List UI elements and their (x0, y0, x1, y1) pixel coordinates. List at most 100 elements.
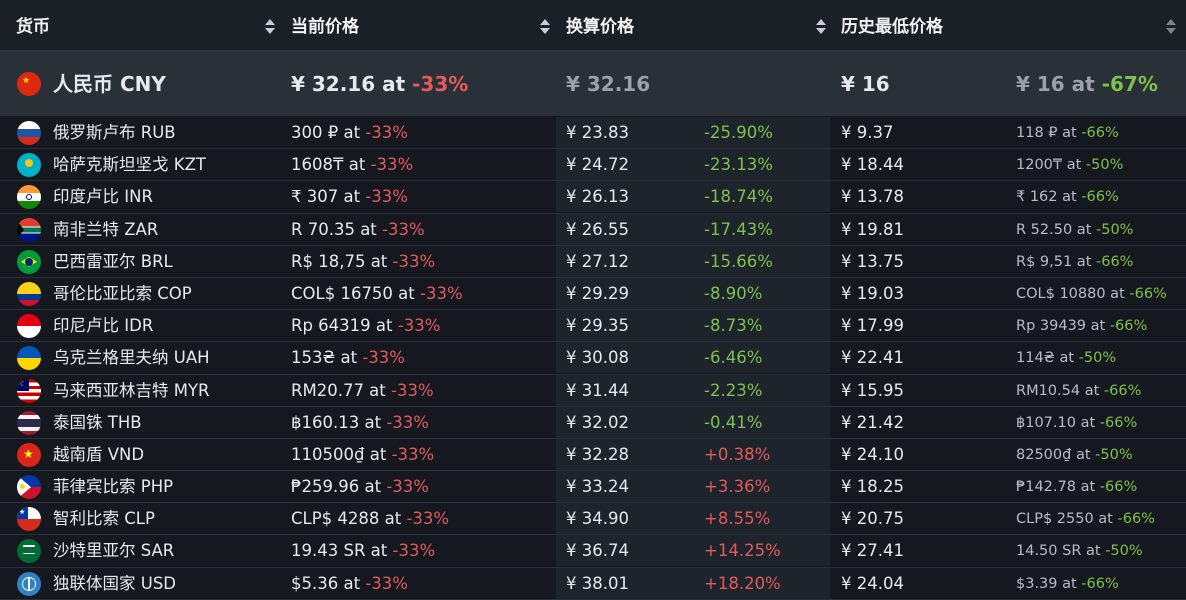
sort-currency-icon[interactable] (265, 19, 275, 35)
currency-name: 智利比索 CLP (53, 509, 155, 529)
converted-price: ¥ 29.35 (566, 316, 629, 336)
current-price: ¥ 32.16 at -33% (291, 52, 468, 116)
lowest-discount: -66% (1099, 414, 1138, 431)
table-row: 菲律宾比索 PHP ₱259.96 at -33% ¥ 33.24 +3.36% ¥ 1… (0, 471, 1186, 504)
table-row: ☾ 马来西亚林吉特 MYR RM20.77 at -33% ¥ 31.44 -2.23%… (0, 374, 1186, 407)
discount-badge: -33% (412, 72, 469, 96)
lowest-price: ¥ 16 at -67% (1016, 52, 1158, 116)
price-table: 货币 当前价格 换算价格 历史最低价格 ★ 人民币 CNY ¥ 32.16 at… (0, 0, 1186, 600)
lowest-price-text: ¥ 16 at (1016, 72, 1102, 96)
price-text: R$ 18,75 at (291, 251, 393, 271)
discount-badge: -33% (386, 477, 429, 497)
lowest-price-text: $3.39 at (1016, 575, 1082, 592)
table-row: 泰国铢 THB ฿160.13 at -33% ¥ 32.02 -0.41% ¥ 21.… (0, 406, 1186, 439)
currency-name: 越南盾 VND (53, 444, 145, 464)
table-row: 哈萨克斯坦坚戈 KZT 1608₸ at -33% ¥ 24.72 -23.13% ¥ … (0, 149, 1186, 182)
discount-badge: -33% (392, 251, 436, 271)
lowest-discount: -66% (1081, 575, 1119, 592)
lowest-price-text: ฿107.10 at (1016, 414, 1100, 431)
currency-name: 俄罗斯卢布 RUB (53, 123, 176, 142)
flag-icon (17, 249, 41, 274)
lowest-discount: -66% (1103, 382, 1142, 399)
lowest-discount: -67% (1101, 72, 1158, 96)
table-row: 独联体国家 USD $5.36 at -33% ¥ 38.01 +18.20% ¥ 24… (0, 567, 1186, 600)
price-text: 153₴ at (291, 348, 363, 368)
table-row: 南非兰特 ZAR R 70.35 at -33% ¥ 26.55 -17.43% ¥ 1… (0, 213, 1186, 246)
lowest-price-text: ₱142.78 at (1016, 479, 1100, 496)
currency-name: 乌克兰格里夫纳 UAH (53, 348, 210, 368)
lowest-price-text: ₹ 162 at (1016, 189, 1082, 206)
lowest-price-text: 82500₫ at (1016, 446, 1096, 463)
table-row: ★ 越南盾 VND 110500₫ at -33% ¥ 32.28 +0.38% ¥ 24… (0, 438, 1186, 472)
lowest-discount: -50% (1095, 446, 1133, 463)
currency-rows: 俄罗斯卢布 RUB 300 ₽ at -33% ¥ 23.83 -25.90% ¥ 9.… (0, 117, 1186, 600)
lowest-converted: ¥ 22.41 (841, 348, 904, 368)
price-difference: -0.41% (704, 412, 763, 432)
lowest-discount: -50% (1095, 221, 1134, 238)
lowest-converted: ¥ 13.75 (841, 251, 904, 271)
flag-icon (17, 475, 41, 500)
converted-price: ¥ 30.08 (566, 348, 629, 368)
table-row: 俄罗斯卢布 RUB 300 ₽ at -33% ¥ 23.83 -25.90% ¥ 9.… (0, 117, 1186, 150)
price-difference: -8.90% (704, 283, 763, 303)
sort-converted-price-icon[interactable] (816, 19, 826, 35)
lowest-converted: ¥ 19.81 (841, 219, 904, 239)
flag-icon (17, 346, 41, 371)
price-difference: +8.55% (704, 509, 771, 529)
current-price: ₱259.96 at -33% (291, 471, 429, 502)
lowest-price: ฿107.10 at -66% (1016, 408, 1137, 439)
converted-price: ¥ 24.72 (566, 155, 629, 175)
discount-badge: -33% (391, 380, 434, 400)
lowest-discount: -66% (1099, 479, 1138, 496)
lowest-price-text: RM10.54 at (1016, 382, 1104, 399)
lowest-price: $3.39 at -66% (1016, 569, 1119, 600)
currency-name: 泰国铢 THB (53, 412, 142, 432)
column-header-currency[interactable]: 货币 (16, 0, 50, 50)
lowest-price-text: 14.50 SR at (1016, 543, 1106, 560)
sort-lowest-price-icon[interactable] (1166, 19, 1176, 35)
table-row: ★ 智利比索 CLP CLP$ 4288 at -33% ¥ 34.90 +8.55% ¥… (0, 503, 1186, 536)
lowest-converted: ¥ 24.10 (841, 444, 904, 464)
current-price: Rp 64319 at -33% (291, 310, 440, 341)
discount-badge: -33% (362, 348, 405, 368)
sort-current-price-icon[interactable] (540, 19, 550, 35)
lowest-converted: ¥ 15.95 (841, 380, 904, 400)
price-text: ₱259.96 at (291, 477, 387, 497)
current-price: 110500₫ at -33% (291, 439, 434, 470)
price-text: ฿160.13 at (291, 412, 387, 432)
discount-badge: -33% (382, 219, 425, 239)
price-difference: -8.73% (704, 316, 763, 336)
current-price: CLP$ 4288 at -33% (291, 503, 449, 534)
table-row: 沙特里亚尔 SAR 19.43 SR at -33% ¥ 36.74 +14.25% ¥… (0, 535, 1186, 568)
lowest-converted: ¥ 18.44 (841, 155, 904, 175)
lowest-price: 114₴ at -50% (1016, 343, 1116, 374)
discount-badge: -33% (386, 412, 429, 432)
price-difference: +3.36% (704, 477, 771, 497)
price-text: 19.43 SR at (291, 541, 393, 561)
column-header-current-price[interactable]: 当前价格 (291, 0, 359, 50)
discount-badge: -33% (406, 509, 450, 529)
price-text: ₹ 307 at (291, 187, 366, 207)
discount-badge: -33% (391, 444, 435, 464)
lowest-converted: ¥ 18.25 (841, 477, 904, 497)
lowest-converted: ¥ 21.42 (841, 412, 904, 432)
discount-badge: -33% (365, 123, 408, 142)
currency-name: 哈萨克斯坦坚戈 KZT (53, 155, 206, 175)
lowest-price-text: COL$ 10880 at (1016, 285, 1130, 302)
lowest-discount: -50% (1085, 157, 1124, 174)
flag-icon: ★ (17, 72, 41, 96)
column-header-lowest-price[interactable]: 历史最低价格 (841, 0, 943, 50)
converted-price: ¥ 31.44 (566, 380, 629, 400)
lowest-price: Rp 39439 at -66% (1016, 311, 1147, 342)
lowest-discount: -50% (1078, 350, 1117, 367)
price-text: 1608₸ at (291, 155, 371, 175)
current-price: R 70.35 at -33% (291, 214, 425, 245)
flag-icon (17, 121, 41, 145)
converted-price: ¥ 32.28 (566, 444, 629, 464)
converted-price: ¥ 38.01 (566, 573, 629, 593)
column-header-converted-price[interactable]: 换算价格 (566, 0, 634, 50)
lowest-price-text: 114₴ at (1016, 350, 1079, 367)
price-difference: -17.43% (704, 219, 773, 239)
currency-name: 哥伦比亚比索 COP (53, 283, 192, 303)
flag-icon (17, 410, 41, 435)
